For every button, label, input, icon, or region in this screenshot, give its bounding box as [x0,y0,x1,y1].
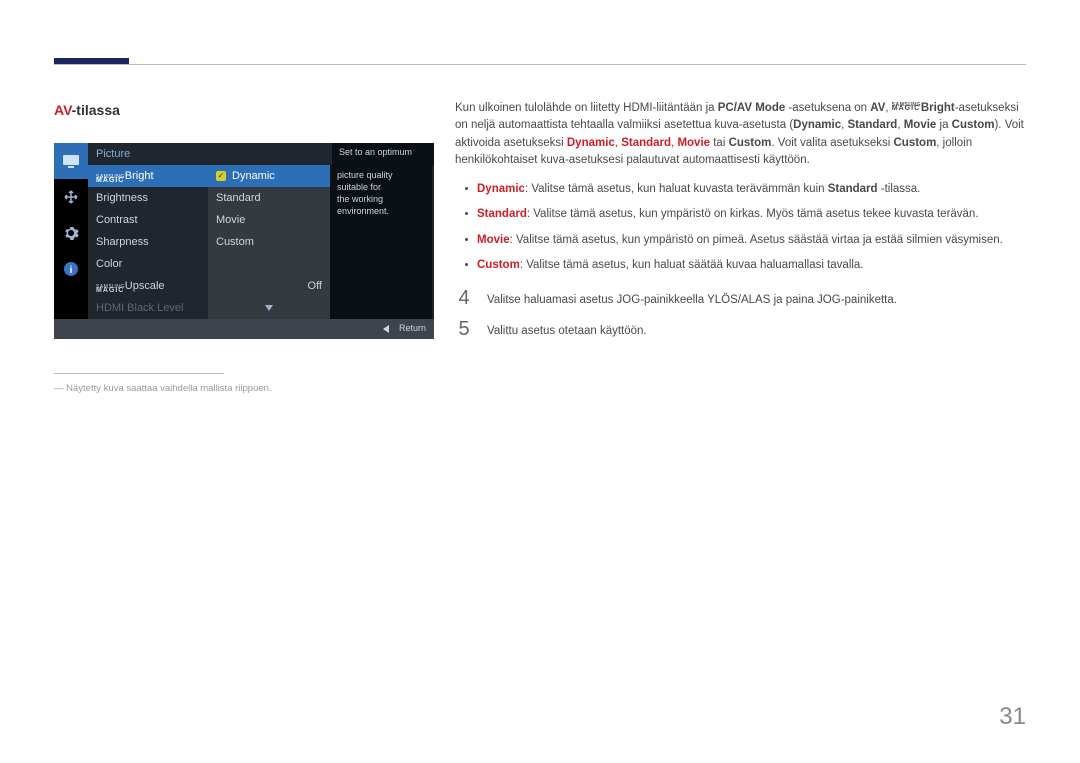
footnote: ― Näytetty kuva saattaa vaihdella mallis… [54,382,434,396]
monitor-icon [54,143,88,179]
steps: 4 Valitse haluamasi asetus JOG-painikkee… [455,288,1026,341]
dynamic-label: Dynamic [232,168,275,185]
top-rule [54,64,1026,65]
bullet-movie: Movie: Valitse tämä asetus, kun ympärist… [455,228,1026,253]
chevron-down-icon [265,305,273,311]
intro-paragraph: Kun ulkoinen tulolähde on liitetty HDMI-… [455,100,1026,169]
submenu-custom: Custom [208,231,330,253]
section-heading: AV-tilassa [54,100,434,121]
bullet-list: Dynamic: Valitse tämä asetus, kun haluat… [455,177,1026,278]
gear-icon [54,215,88,251]
heading-rest: -tilassa [72,102,120,118]
hdmi-label: HDMI Black Level [96,300,183,317]
desc-l3: suitable for [337,181,425,193]
upscale-value: Off [308,278,322,295]
arrows-icon [54,179,88,215]
magic-tiny: MAGIC [96,179,124,184]
submenu-blank2: Off [208,275,330,297]
step-5-text: Valittu asetus otetaan käyttöön. [487,319,647,340]
left-column: AV-tilassa i Picture Se [54,100,434,396]
magic-tiny-2: MAGIC [96,289,124,294]
chevron-left-icon [383,325,389,333]
svg-text:i: i [70,265,73,276]
footnote-rule [54,373,224,374]
upscale-suffix: Upscale [125,278,165,295]
menu-hdmi-black-level: HDMI Black Level [88,297,208,319]
footnote-text: Näytetty kuva saattaa vaihdella mallista… [66,383,271,394]
osd-description: picture quality suitable for the working… [330,165,432,319]
desc-l5: environment. [337,205,425,217]
osd-menu: SAMSUNGMAGICBright Brightness Contrast S… [88,165,208,319]
bullet-custom: Custom: Valitse tämä asetus, kun haluat … [455,253,1026,278]
submenu-movie: Movie [208,209,330,231]
desc-l4: the working [337,193,425,205]
info-icon: i [54,251,88,287]
submenu-dynamic: ✓ Dynamic [208,165,330,187]
osd-submenu: ✓ Dynamic Standard Movie Custom Off [208,165,330,319]
menu-sharpness: Sharpness [88,231,208,253]
submenu-blank3 [208,297,330,319]
menu-magic-bright: SAMSUNGMAGICBright [88,165,208,187]
step-5-number: 5 [455,319,473,340]
menu-contrast: Contrast [88,209,208,231]
bright-suffix: Bright [125,168,154,185]
menu-brightness: Brightness [88,187,208,209]
osd-right-wrap: Picture Set to an optimum SAMSUNGMAGICBr… [88,143,434,319]
submenu-blank1 [208,253,330,275]
step-4: 4 Valitse haluamasi asetus JOG-painikkee… [455,288,1026,309]
return-label: Return [399,322,426,336]
bullet-dynamic: Dynamic: Valitse tämä asetus, kun haluat… [455,177,1026,202]
bullet-standard: Standard: Valitse tämä asetus, kun ympär… [455,202,1026,227]
heading-red: AV [54,102,72,118]
osd-mockup: i Picture Set to an optimum SAMSUNGMAGIC… [54,143,434,339]
step-5: 5 Valittu asetus otetaan käyttöön. [455,319,1026,340]
osd-header: Picture Set to an optimum [88,143,434,165]
menu-magic-upscale: SAMSUNGMAGICUpscale [88,275,208,297]
menu-color: Color [88,253,208,275]
check-icon: ✓ [216,171,226,181]
step-4-number: 4 [455,288,473,309]
desc-l2: picture quality [337,169,425,181]
page-number: 31 [999,699,1026,735]
osd-footer: Return [54,319,434,339]
right-column: Kun ulkoinen tulolähde on liitetty HDMI-… [455,100,1026,351]
osd-icon-column: i [54,143,88,319]
submenu-standard: Standard [208,187,330,209]
step-4-text: Valitse haluamasi asetus JOG-painikkeell… [487,288,897,309]
osd-title: Picture [88,143,332,165]
osd-desc-top: Set to an optimum [332,143,434,165]
